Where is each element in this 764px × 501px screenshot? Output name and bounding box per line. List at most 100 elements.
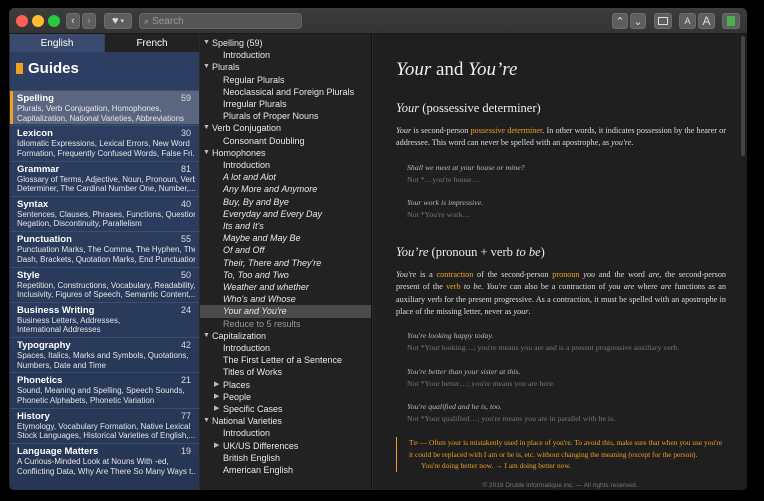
toc-item[interactable]: Buy, By and Bye — [200, 196, 371, 208]
toc-item[interactable]: ▶ Specific Cases — [200, 403, 371, 415]
toc-item[interactable]: Consonant Doubling — [200, 135, 371, 147]
close-window-button[interactable] — [16, 15, 28, 27]
toc-label: Of and Off — [223, 245, 265, 256]
toc-item[interactable]: Who's and Whose — [200, 293, 371, 305]
toc-item[interactable]: Neoclassical and Foreign Plurals — [200, 86, 371, 98]
category-item[interactable]: Business Writing 24 Business Letters, Addr… — [10, 301, 199, 336]
next-result-button[interactable]: ⌄ — [630, 13, 646, 29]
toc-item[interactable]: Weather and whether — [200, 281, 371, 293]
small-a-icon: A — [684, 16, 691, 26]
toc-item[interactable]: British English — [200, 452, 371, 464]
favorites-button[interactable]: ♥ ▾ — [104, 13, 132, 29]
category-description: Stock Languages, Historical Varieties of… — [17, 431, 195, 441]
app-window: ‹ › ♥▾ ⌕ ⌃ ⌄ A A English French Guides S… — [9, 8, 747, 490]
disclosure-open-icon[interactable]: ▼ — [203, 122, 210, 134]
toc-section[interactable]: ▼ National Varieties — [200, 415, 371, 427]
toc-section[interactable]: ▼ Verb Conjugation — [200, 122, 371, 134]
category-item[interactable]: Spelling 59 Plurals, Verb Conjugation, Hom… — [10, 90, 199, 124]
disclosure-closed-icon[interactable]: ▶ — [214, 440, 219, 452]
toc-item[interactable]: Titles of Works — [200, 366, 371, 378]
increase-font-button[interactable]: A — [698, 13, 715, 29]
toc-item[interactable]: American English — [200, 464, 371, 476]
example-sentence: You're qualified and he is, too. — [407, 402, 502, 411]
category-name: Syntax — [17, 198, 49, 210]
text-run: to be — [463, 282, 482, 292]
glossary-link[interactable]: possessive determiner — [471, 126, 543, 135]
scrollbar[interactable] — [741, 36, 745, 156]
disclosure-open-icon[interactable]: ▼ — [203, 415, 210, 427]
toc-section[interactable]: ▼ Plurals — [200, 61, 371, 73]
tab-english[interactable]: English — [10, 34, 104, 52]
toc-item[interactable]: ▶ People — [200, 391, 371, 403]
category-description: Plurals, Verb Conjugation, Homophones, — [17, 104, 162, 113]
tab-french[interactable]: French — [105, 34, 199, 52]
example: You're qualified and he is, too. Not *You… — [407, 401, 615, 424]
toc-item[interactable]: Introduction — [200, 342, 371, 354]
forward-button[interactable]: › — [82, 13, 96, 29]
toc-item[interactable]: Its and It's — [200, 220, 371, 232]
disclosure-open-icon[interactable]: ▼ — [203, 147, 210, 159]
toc-item[interactable]: Irregular Plurals — [200, 98, 371, 110]
category-item[interactable]: Grammar 81 Glossary of Terms, Adjective, N… — [10, 160, 199, 195]
toc-label: National Varieties — [212, 416, 282, 427]
toc-item[interactable]: To, Too and Two — [200, 269, 371, 281]
glossary-link[interactable]: contraction — [437, 270, 474, 279]
toc-item[interactable]: Their, There and They're — [200, 257, 371, 269]
toc-section[interactable]: ▼ Spelling (59) — [200, 37, 371, 49]
toc-section[interactable]: ▼ Homophones — [200, 147, 371, 159]
category-description: Phonetic Alphabets, Phonetic Variation — [17, 395, 155, 405]
toc-item[interactable]: Introduction — [200, 427, 371, 439]
disclosure-open-icon[interactable]: ▼ — [203, 330, 210, 342]
toc-label: Everyday and Every Day — [223, 208, 323, 219]
toc-item[interactable]: ▶ UK/US Differences — [200, 440, 371, 452]
disclosure-closed-icon[interactable]: ▶ — [214, 379, 219, 391]
toc-item[interactable]: The First Letter of a Sentence — [200, 354, 371, 366]
decrease-font-button[interactable]: A — [679, 13, 696, 29]
toc-item[interactable]: Any More and Anymore — [200, 183, 371, 195]
toc-item[interactable]: Everyday and Every Day — [200, 208, 371, 220]
glossary-link[interactable]: verb — [446, 282, 461, 291]
sidebar-toggle-button[interactable] — [654, 13, 672, 29]
category-item[interactable]: Phonetics 21 Sound, Meaning and Spelling, … — [10, 372, 199, 406]
category-item[interactable]: Typography 42 Spaces, Italics, Marks and S… — [10, 337, 199, 371]
category-item[interactable]: Lexicon 30 Idiomatic Expressions, Lexical … — [10, 125, 199, 159]
category-item[interactable]: Syntax 40 Sentences, Clauses, Phrases, Fun… — [10, 195, 199, 230]
toc-label: Plurals of Proper Nouns — [223, 111, 319, 122]
category-item[interactable]: Style 50 Repetition, Constructions, Vocabu… — [10, 266, 199, 301]
guides-title: Guides — [16, 60, 79, 77]
previous-result-button[interactable]: ⌃ — [612, 13, 628, 29]
toc-label: Regular Plurals — [223, 74, 285, 85]
glossary-link[interactable]: pronoun — [552, 270, 579, 279]
toc-item[interactable]: Introduction — [200, 49, 371, 61]
toc-section[interactable]: ▼ Capitalization — [200, 330, 371, 342]
disclosure-open-icon[interactable]: ▼ — [203, 61, 210, 73]
category-item[interactable]: History 77 Etymology, Vocabulary Formation… — [10, 407, 199, 442]
zoom-window-button[interactable] — [48, 15, 60, 27]
toc-item[interactable]: Maybe and May Be — [200, 232, 371, 244]
text-run: your — [513, 306, 529, 316]
text-run: are — [660, 282, 672, 292]
disclosure-closed-icon[interactable]: ▶ — [214, 391, 219, 403]
category-description: Repetition, Constructions, Vocabulary, R… — [17, 280, 195, 290]
chevron-up-icon: ⌃ — [615, 15, 625, 28]
search-field[interactable]: ⌕ — [139, 13, 302, 29]
category-item[interactable]: Punctuation 55 Punctuation Marks, The Comm… — [10, 231, 199, 265]
toc-label: Places — [223, 379, 251, 390]
minimize-window-button[interactable] — [32, 15, 44, 27]
toc-item[interactable]: ▶ Places — [200, 379, 371, 391]
antidote-button[interactable] — [722, 13, 740, 29]
toc-item[interactable]: Your and You're — [200, 305, 371, 318]
toc-item[interactable]: Reduce to 5 results — [200, 318, 371, 330]
back-button[interactable]: ‹ — [66, 13, 80, 29]
toc-item[interactable]: Introduction — [200, 159, 371, 171]
disclosure-open-icon[interactable]: ▼ — [203, 37, 210, 49]
toc-item[interactable]: Regular Plurals — [200, 74, 371, 86]
text-run: is second-person — [411, 126, 471, 135]
disclosure-closed-icon[interactable]: ▶ — [214, 403, 219, 415]
search-input[interactable] — [152, 15, 283, 27]
category-item[interactable]: Language Matters 19 A Curious-Minded Look … — [10, 443, 199, 477]
toc-item[interactable]: A lot and Alot — [200, 171, 371, 183]
toc-label: Introduction — [223, 160, 271, 170]
toc-item[interactable]: Of and Off — [200, 244, 371, 256]
toc-item[interactable]: Plurals of Proper Nouns — [200, 110, 371, 122]
